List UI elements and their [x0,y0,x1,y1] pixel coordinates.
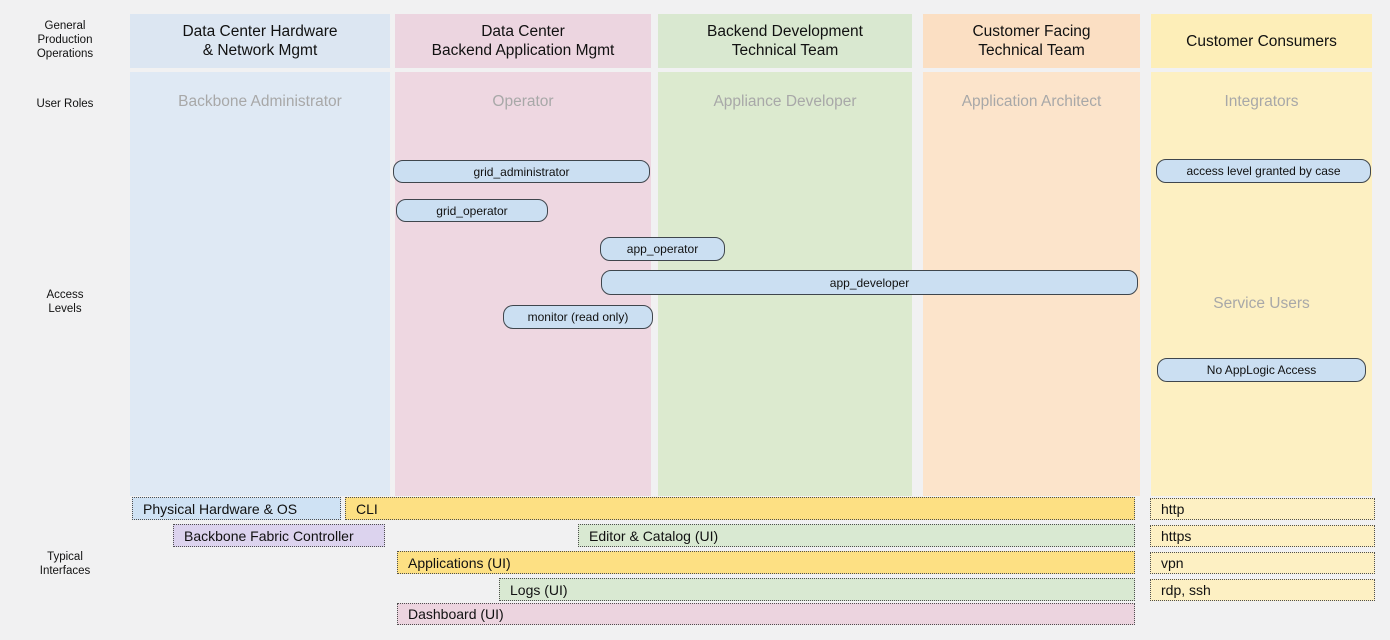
header-line: Backend Development [658,22,912,41]
interface-bar-vpn: vpn [1150,552,1375,574]
label-line: User Roles [0,97,130,111]
pill-monitor-read-only: monitor (read only) [503,305,653,329]
interface-bar-editor-catalog-ui: Editor & Catalog (UI) [578,524,1135,547]
role-service-users: Service Users [1151,295,1372,313]
interface-bar-rdp-ssh: rdp, ssh [1150,579,1375,601]
interface-bar-dashboard-ui: Dashboard (UI) [397,603,1135,625]
role-appliance-developer: Appliance Developer [658,93,912,111]
label-typical-interfaces: Typical Interfaces [0,550,130,578]
column-header-customer-facing-technical-team: Customer Facing Technical Team [923,14,1140,68]
column-header-backend-development-technical-team: Backend Development Technical Team [658,14,912,68]
column-body-dc-hardware-network-mgmt: Backbone Administrator [130,72,390,496]
role-backbone-administrator: Backbone Administrator [130,93,390,111]
interface-bar-applications-ui: Applications (UI) [397,551,1135,574]
label-general-production-operations: General Production Operations [0,19,130,61]
header-line: Backend Application Mgmt [395,41,651,60]
diagram-canvas: General Production Operations User Roles… [0,0,1390,640]
interface-bar-physical-hardware-os: Physical Hardware & OS [132,497,341,520]
label-user-roles: User Roles [0,97,130,111]
role-operator: Operator [395,93,651,111]
column-body-customer-consumers: Integrators Service Users [1151,72,1372,496]
role-application-architect: Application Architect [923,93,1140,111]
header-line: Data Center [395,22,651,41]
interface-bar-http: http [1150,498,1375,520]
label-line: Interfaces [0,564,130,578]
header-line: & Network Mgmt [130,41,390,60]
pill-app-developer: app_developer [601,270,1138,295]
label-line: Levels [0,302,130,316]
label-line: Operations [0,47,130,61]
header-line: Technical Team [658,41,912,60]
interface-bar-https: https [1150,525,1375,547]
pill-grid-administrator: grid_administrator [393,160,650,183]
label-line: Production [0,33,130,47]
column-header-customer-consumers: Customer Consumers [1151,14,1372,68]
header-line: Customer Consumers [1151,32,1372,51]
pill-access-level-granted-by-case: access level granted by case [1156,159,1371,183]
interface-bar-backbone-fabric-controller: Backbone Fabric Controller [173,524,385,547]
pill-app-operator: app_operator [600,237,725,261]
label-line: General [0,19,130,33]
pill-grid-operator: grid_operator [396,199,548,222]
header-line: Technical Team [923,41,1140,60]
column-header-dc-backend-application-mgmt: Data Center Backend Application Mgmt [395,14,651,68]
header-line: Customer Facing [923,22,1140,41]
interface-bar-logs-ui: Logs (UI) [499,578,1135,601]
label-line: Typical [0,550,130,564]
role-integrators: Integrators [1151,93,1372,111]
column-header-dc-hardware-network-mgmt: Data Center Hardware & Network Mgmt [130,14,390,68]
label-access-levels: Access Levels [0,288,130,316]
interface-bar-cli: CLI [345,497,1135,520]
header-line: Data Center Hardware [130,22,390,41]
pill-no-applogic-access: No AppLogic Access [1157,358,1366,382]
label-line: Access [0,288,130,302]
